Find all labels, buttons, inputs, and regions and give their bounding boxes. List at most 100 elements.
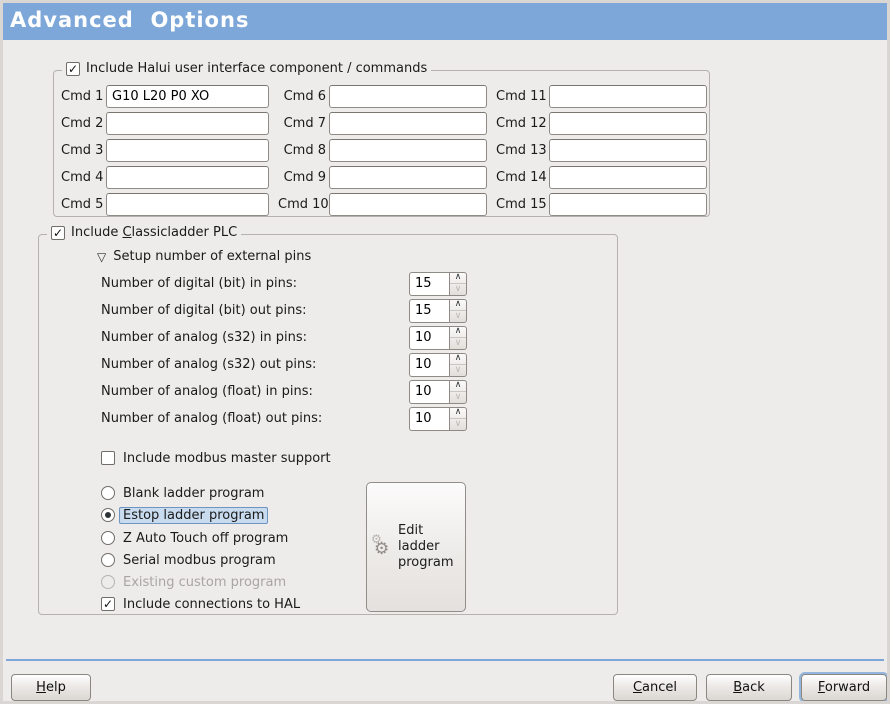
cmd-row: Cmd 10 (278, 193, 487, 216)
radio-icon[interactable] (101, 553, 115, 567)
spin-up-icon[interactable]: ∧ (450, 273, 466, 284)
spin-up-icon[interactable]: ∧ (450, 408, 466, 419)
pin-row: Number of digital (bit) in pins: ∧∨ (101, 272, 467, 295)
page-title: Advanced Options (3, 3, 887, 40)
cmd-row: Cmd 1 (61, 85, 269, 108)
s32-out-pins-stepper[interactable]: ∧∨ (409, 353, 467, 377)
pin-row-label: Number of analog (float) out pins: (101, 411, 409, 426)
radio-label-disabled: Existing custom program (123, 575, 286, 590)
gears-icon: ⚙ ⚙ (371, 534, 395, 560)
edit-ladder-program-button[interactable]: ⚙ ⚙ Edit ladder program (366, 482, 466, 612)
cmd-row: Cmd 8 (278, 139, 487, 162)
spin-up-icon[interactable]: ∧ (450, 381, 466, 392)
cmd-row: Cmd 6 (278, 85, 487, 108)
cmd-5-input[interactable] (106, 193, 269, 216)
cmd-row: Cmd 11 (496, 85, 707, 108)
float-out-pins-input[interactable] (409, 407, 449, 431)
back-button[interactable]: Back (706, 674, 792, 701)
cmd-label: Cmd 14 (496, 170, 546, 185)
cmd-row: Cmd 9 (278, 166, 487, 189)
edit-ladder-button-label: Edit ladder program (398, 523, 461, 572)
digital-out-pins-stepper[interactable]: ∧∨ (409, 299, 467, 323)
spin-down-icon[interactable]: ∨ (450, 337, 466, 349)
digital-in-pins-stepper[interactable]: ∧∨ (409, 272, 467, 296)
s32-in-pins-input[interactable] (409, 326, 449, 350)
modbus-master-checkbox[interactable] (101, 451, 115, 465)
classicladder-frame-label: Include Classicladder PLC (71, 225, 237, 240)
float-in-pins-input[interactable] (409, 380, 449, 404)
cmd-4-input[interactable] (106, 166, 269, 189)
halui-enable-row[interactable]: Include Halui user interface component /… (62, 61, 431, 76)
cmd-7-input[interactable] (329, 112, 487, 135)
help-button[interactable]: Help (11, 674, 91, 701)
hal-connections-checkbox[interactable] (101, 597, 115, 611)
spin-down-icon[interactable]: ∨ (450, 364, 466, 376)
s32-in-pins-stepper[interactable]: ∧∨ (409, 326, 467, 350)
digital-out-pins-input[interactable] (409, 299, 449, 323)
spin-up-icon[interactable]: ∧ (450, 300, 466, 311)
s32-out-pins-input[interactable] (409, 353, 449, 377)
cmd-label: Cmd 6 (278, 89, 326, 104)
radio-label: Serial modbus program (123, 553, 276, 568)
hal-connections-checkbox-row[interactable]: Include connections to HAL (101, 595, 300, 613)
radio-label: Blank ladder program (123, 486, 264, 501)
cmd-label: Cmd 8 (278, 143, 326, 158)
radio-label: Z Auto Touch off program (123, 531, 288, 546)
radio-estop-ladder[interactable]: Estop ladder program (101, 506, 268, 524)
radio-label-focused: Estop ladder program (119, 507, 268, 524)
cmd-row: Cmd 15 (496, 193, 707, 216)
cmd-label: Cmd 10 (278, 197, 326, 212)
cmd-10-input[interactable] (329, 193, 487, 216)
spin-down-icon[interactable]: ∨ (450, 418, 466, 430)
cmd-6-input[interactable] (329, 85, 487, 108)
cmd-8-input[interactable] (329, 139, 487, 162)
cmd-14-input[interactable] (549, 166, 707, 189)
pin-row: Number of digital (bit) out pins: ∧∨ (101, 299, 467, 322)
halui-enable-checkbox[interactable] (66, 62, 80, 76)
halui-frame: Include Halui user interface component /… (53, 70, 710, 217)
spin-down-icon[interactable]: ∨ (450, 391, 466, 403)
halui-frame-label: Include Halui user interface component /… (86, 61, 427, 76)
classicladder-enable-checkbox[interactable] (51, 226, 65, 240)
digital-in-pins-input[interactable] (409, 272, 449, 296)
cmd-9-input[interactable] (329, 166, 487, 189)
classicladder-enable-row[interactable]: Include Classicladder PLC (47, 225, 241, 240)
spin-up-icon[interactable]: ∧ (450, 327, 466, 338)
float-in-pins-stepper[interactable]: ∧∨ (409, 380, 467, 404)
cmd-15-input[interactable] (549, 193, 707, 216)
radio-icon[interactable] (101, 486, 115, 500)
radio-icon[interactable] (101, 508, 115, 522)
cmd-13-input[interactable] (549, 139, 707, 162)
pin-row: Number of analog (s32) out pins: ∧∨ (101, 353, 467, 376)
cmd-3-input[interactable] (106, 139, 269, 162)
radio-blank-ladder[interactable]: Blank ladder program (101, 484, 264, 502)
pin-row: Number of analog (float) out pins: ∧∨ (101, 407, 467, 430)
cmd-label: Cmd 13 (496, 143, 546, 158)
cmd-row: Cmd 12 (496, 112, 707, 135)
spin-down-icon[interactable]: ∨ (450, 283, 466, 295)
modbus-master-checkbox-row[interactable]: Include modbus master support (101, 449, 331, 467)
cmd-12-input[interactable] (549, 112, 707, 135)
cancel-button[interactable]: Cancel (613, 674, 697, 701)
cmd-row: Cmd 3 (61, 139, 269, 162)
cmd-label: Cmd 15 (496, 197, 546, 212)
spin-down-icon[interactable]: ∨ (450, 310, 466, 322)
cmd-row: Cmd 2 (61, 112, 269, 135)
cmd-1-input[interactable] (106, 85, 269, 108)
cmd-label: Cmd 12 (496, 116, 546, 131)
spin-up-icon[interactable]: ∧ (450, 354, 466, 365)
cmd-11-input[interactable] (549, 85, 707, 108)
radio-icon[interactable] (101, 531, 115, 545)
float-out-pins-stepper[interactable]: ∧∨ (409, 407, 467, 431)
cmd-2-input[interactable] (106, 112, 269, 135)
cmd-label: Cmd 5 (61, 197, 103, 212)
pin-row-label: Number of digital (bit) out pins: (101, 303, 409, 318)
cmd-row: Cmd 5 (61, 193, 269, 216)
radio-serial-modbus[interactable]: Serial modbus program (101, 551, 276, 569)
radio-z-auto-touchoff[interactable]: Z Auto Touch off program (101, 529, 288, 547)
pin-row: Number of analog (float) in pins: ∧∨ (101, 380, 467, 403)
forward-button[interactable]: Forward (801, 674, 887, 701)
cmd-row: Cmd 14 (496, 166, 707, 189)
cmd-label: Cmd 1 (61, 89, 103, 104)
external-pins-expander[interactable]: ▽ Setup number of external pins (97, 249, 311, 264)
